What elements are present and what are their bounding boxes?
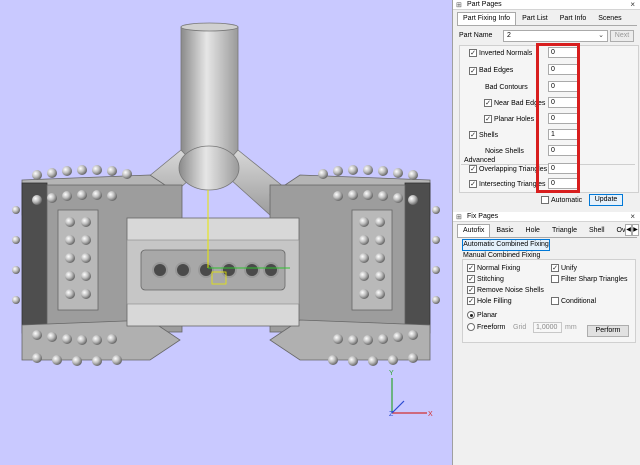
x-axis-label: X <box>428 411 433 418</box>
planar-label: Planar <box>477 312 498 319</box>
grid-value-input[interactable]: 1,0000 <box>533 322 562 333</box>
freeform-label: Freeform <box>477 324 506 331</box>
normal-fixing-label: Normal Fixing <box>477 265 521 272</box>
tab-triangle[interactable]: Triangle <box>546 224 583 237</box>
part-pages-tabs: Part Fixing Info Part List Part Info Sce… <box>457 12 628 26</box>
z-axis-label: Z <box>389 411 394 418</box>
manual-group-label: Manual Combined Fixing <box>463 252 541 259</box>
tab-shell[interactable]: Shell <box>583 224 611 237</box>
pin-icon[interactable]: ⊞ <box>456 213 462 221</box>
part-name-label: Part Name <box>459 32 493 39</box>
tab-hole[interactable]: Hole <box>520 224 546 237</box>
filter-sharp-label: Filter Sharp Triangles <box>561 276 628 283</box>
intersecting-checkbox[interactable]: ✓ <box>469 180 477 188</box>
unify-checkbox[interactable]: ✓ <box>551 264 559 272</box>
remove-noise-shells-label: Remove Noise Shells <box>477 287 544 294</box>
stitching-checkbox[interactable]: ✓ <box>467 275 475 283</box>
conditional-label: Conditional <box>561 298 597 305</box>
grid-label: Grid <box>513 324 527 331</box>
part-model[interactable]: X Y Z <box>0 0 452 465</box>
fix-pages-tabs: Autofix Basic Hole Triangle Shell Over <box>457 224 638 238</box>
part-name-value: 2 <box>507 32 511 39</box>
tab-scroll-right-icon[interactable]: ▶ <box>632 224 639 236</box>
tab-basic[interactable]: Basic <box>490 224 519 237</box>
z-axis-line <box>391 400 405 414</box>
inverted-normals-label: Inverted Normals <box>479 50 533 57</box>
automatic-combined-fixing-button[interactable]: Automatic Combined Fixing <box>462 239 550 251</box>
update-button[interactable]: Update <box>589 194 623 206</box>
advanced-label: Advanced <box>464 157 496 164</box>
planar-radio[interactable] <box>467 311 475 319</box>
overlapping-checkbox[interactable]: ✓ <box>469 165 477 173</box>
fix-pages-header: ⊞ Fix Pages × <box>453 212 640 222</box>
freeform-radio[interactable] <box>467 323 475 331</box>
highlight-frame <box>536 43 580 193</box>
grid-unit-label: mm <box>565 324 577 331</box>
perform-button[interactable]: Perform <box>587 325 629 337</box>
filter-sharp-checkbox[interactable] <box>551 275 559 283</box>
y-axis-label: Y <box>389 370 394 377</box>
3d-viewport[interactable]: X Y Z <box>0 0 452 465</box>
noise-shells-label: Noise Shells <box>485 148 524 155</box>
tab-divider <box>457 237 637 238</box>
fix-pages-title: Fix Pages <box>467 213 499 220</box>
part-name-select[interactable]: 2 ⌄ <box>503 30 608 42</box>
tab-part-info[interactable]: Part Info <box>554 12 592 25</box>
tab-scenes[interactable]: Scenes <box>592 12 627 25</box>
automatic-label: Automatic <box>551 197 583 204</box>
remove-noise-shells-checkbox[interactable]: ✓ <box>467 286 475 294</box>
planar-holes-label: Planar Holes <box>494 116 535 123</box>
tab-autofix[interactable]: Autofix <box>457 224 491 237</box>
inverted-normals-checkbox[interactable]: ✓ <box>469 49 477 57</box>
part-pages-header: ⊞ Part Pages × <box>453 0 640 10</box>
tab-divider <box>457 25 637 26</box>
tab-part-list[interactable]: Part List <box>516 12 554 25</box>
hole-filling-label: Hole Filling <box>477 298 512 305</box>
tab-scroll-left-icon[interactable]: ◀ <box>625 224 632 236</box>
bad-contours-label: Bad Contours <box>485 84 528 91</box>
pin-icon[interactable]: ⊞ <box>456 1 462 9</box>
part-pages-title: Part Pages <box>467 1 502 8</box>
tab-part-fixing-info[interactable]: Part Fixing Info <box>457 12 517 25</box>
bad-edges-label: Bad Edges <box>479 67 514 74</box>
conditional-checkbox[interactable] <box>551 297 559 305</box>
automatic-checkbox[interactable] <box>541 196 549 204</box>
close-icon[interactable]: × <box>630 212 635 221</box>
stitching-label: Stitching <box>477 276 504 283</box>
close-icon[interactable]: × <box>630 0 635 9</box>
unify-label: Unify <box>561 265 577 272</box>
next-button[interactable]: Next <box>610 30 634 42</box>
normal-fixing-checkbox[interactable]: ✓ <box>467 264 475 272</box>
near-bad-edges-checkbox[interactable]: ✓ <box>484 99 492 107</box>
planar-holes-checkbox[interactable]: ✓ <box>484 115 492 123</box>
chevron-down-icon: ⌄ <box>598 32 604 39</box>
hole-filling-checkbox[interactable]: ✓ <box>467 297 475 305</box>
shells-checkbox[interactable]: ✓ <box>469 131 477 139</box>
bad-edges-checkbox[interactable]: ✓ <box>469 67 477 75</box>
shells-label: Shells <box>479 132 499 139</box>
